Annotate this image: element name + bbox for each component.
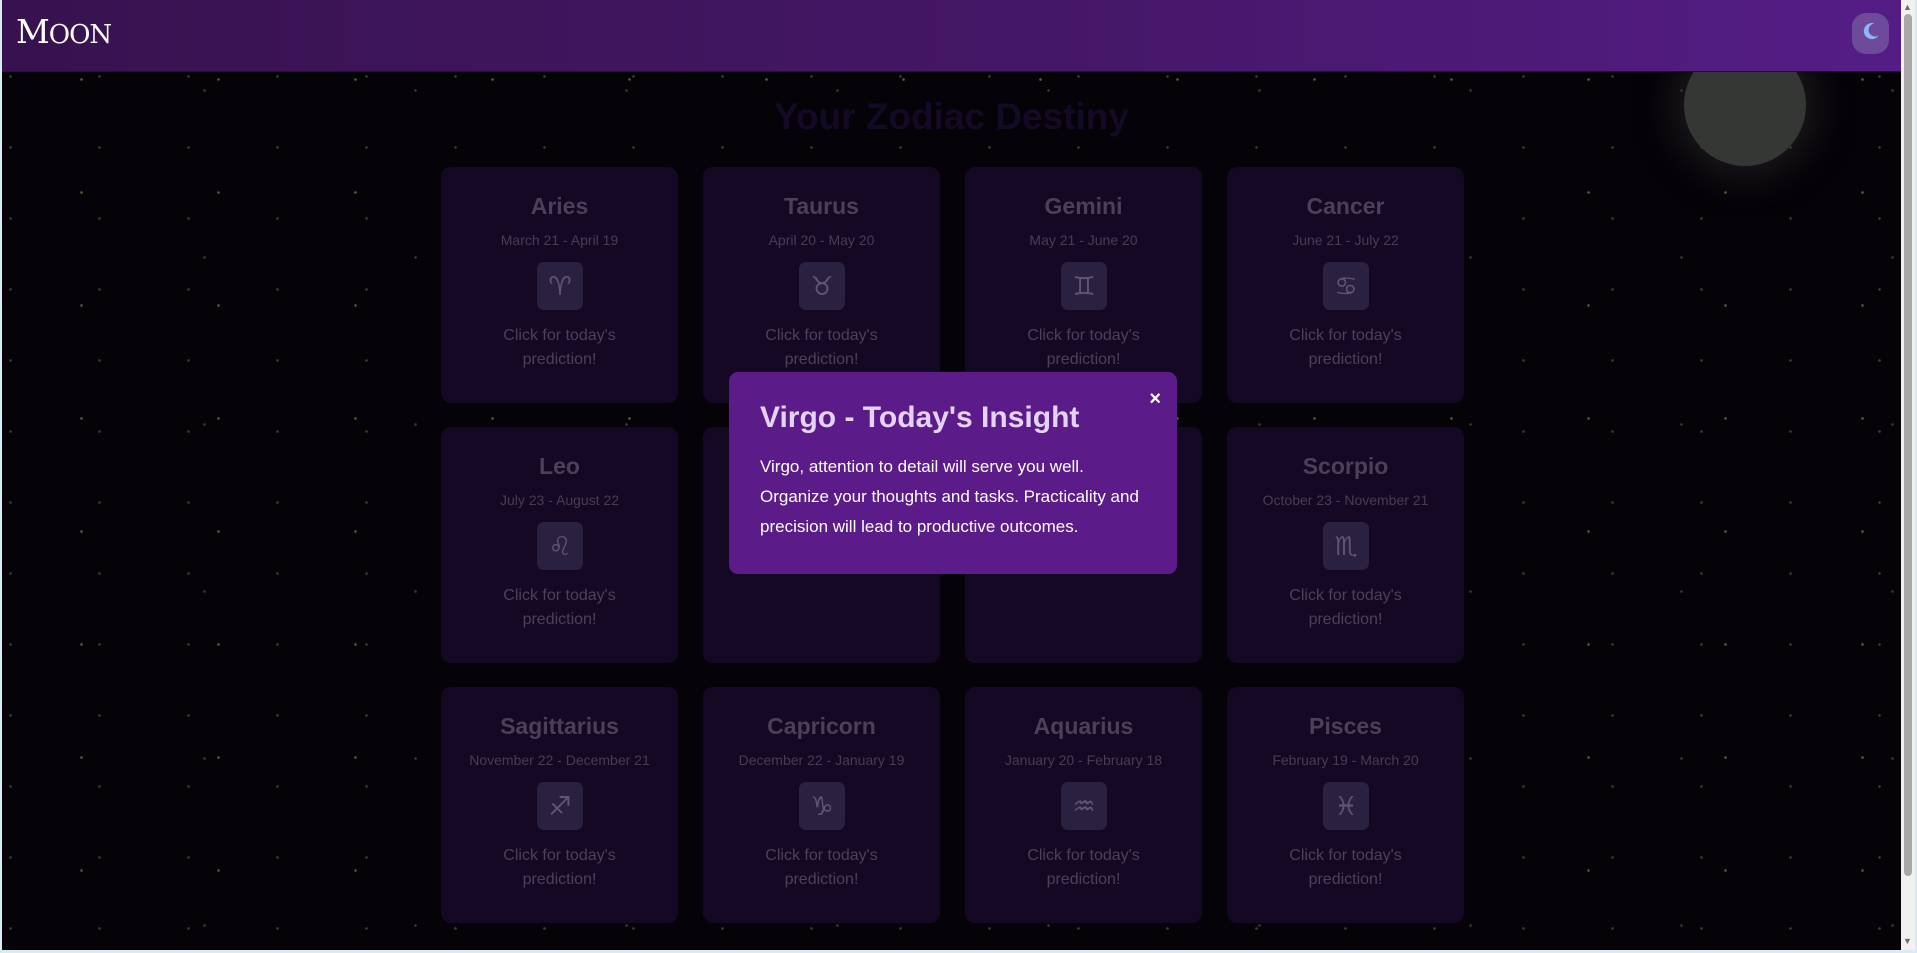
prediction-prompt: Click for today's prediction! bbox=[1027, 847, 1140, 888]
sign-name: Pisces bbox=[1309, 713, 1382, 739]
zodiac-card[interactable]: Capricorn December 22 - January 19 ♑ Click … bbox=[703, 687, 940, 923]
sign-name: Cancer bbox=[1306, 193, 1385, 219]
logo-initial: M bbox=[16, 12, 50, 51]
modal-title: Virgo - Today's Insight bbox=[760, 401, 1080, 434]
scrollbar-thumb[interactable] bbox=[1904, 14, 1912, 876]
sign-dates: January 20 - February 18 bbox=[1004, 752, 1163, 768]
moon-logo[interactable]: MOON bbox=[16, 12, 112, 51]
sign-name: Aries bbox=[530, 193, 589, 219]
prediction-prompt: Click for today's prediction! bbox=[1289, 847, 1402, 888]
sign-dates: March 21 - April 19 bbox=[500, 232, 619, 248]
prediction-prompt: Click for today's prediction! bbox=[765, 327, 878, 368]
symbol-glyph: ♈ bbox=[548, 272, 571, 302]
scroll-up-arrow-icon[interactable]: ▲ bbox=[1903, 2, 1912, 12]
sign-dates: November 22 - December 21 bbox=[469, 752, 650, 768]
symbol-glyph: ♊ bbox=[1072, 272, 1095, 302]
prediction-prompt: Click for today's prediction! bbox=[1027, 327, 1140, 368]
theme-toggle-button[interactable] bbox=[1852, 13, 1889, 54]
zodiac-card[interactable]: Cancer June 21 - July 22 ♋ Click for today'… bbox=[1227, 167, 1464, 403]
zodiac-card[interactable]: Leo July 23 - August 22 ♌ Click for today's… bbox=[441, 427, 678, 663]
prediction-prompt: Click for today's prediction! bbox=[503, 327, 616, 368]
zodiac-card[interactable]: Pisces February 19 - March 20 ♓ Click for t… bbox=[1227, 687, 1464, 923]
vertical-scrollbar[interactable]: ▲ ▼ bbox=[1901, 0, 1915, 950]
scorpio-symbol-icon: ♏ bbox=[1322, 522, 1369, 570]
crescent-moon-icon bbox=[1861, 21, 1881, 46]
zodiac-card[interactable]: Scorpio October 23 - November 21 ♏ Click fo… bbox=[1227, 427, 1464, 663]
sign-dates: February 19 - March 20 bbox=[1272, 752, 1419, 768]
zodiac-card[interactable]: Aquarius January 20 - February 18 ♒ Click f… bbox=[965, 687, 1202, 923]
aries-symbol-icon: ♈ bbox=[536, 262, 583, 310]
sign-dates: December 22 - January 19 bbox=[738, 752, 905, 768]
sign-name: Sagittarius bbox=[500, 713, 619, 739]
close-icon[interactable]: × bbox=[1149, 389, 1161, 409]
scroll-down-arrow-icon[interactable]: ▼ bbox=[1903, 936, 1912, 946]
sign-name: Aquarius bbox=[1033, 713, 1134, 739]
zodiac-card[interactable]: Sagittarius November 22 - December 21 ♐ Cli… bbox=[441, 687, 678, 923]
prediction-prompt: Click for today's prediction! bbox=[503, 587, 616, 628]
sign-name: Capricorn bbox=[767, 713, 876, 739]
symbol-glyph: ♋ bbox=[1334, 272, 1357, 302]
prediction-prompt: Click for today's prediction! bbox=[1289, 327, 1402, 368]
sign-dates: April 20 - May 20 bbox=[768, 232, 875, 248]
sign-name: Scorpio bbox=[1302, 453, 1389, 479]
zodiac-card[interactable]: Aries March 21 - April 19 ♈ Click for today… bbox=[441, 167, 678, 403]
prediction-prompt: Click for today's prediction! bbox=[765, 847, 878, 888]
symbol-glyph: ♐ bbox=[548, 792, 571, 822]
sign-name: Taurus bbox=[784, 193, 859, 219]
symbol-glyph: ♑ bbox=[810, 792, 833, 822]
app-window: MOON Your Zodiac Destiny Aries March 21 -… bbox=[2, 0, 1901, 950]
sign-name: Gemini bbox=[1044, 193, 1123, 219]
sign-dates: June 21 - July 22 bbox=[1292, 232, 1399, 248]
top-navbar: MOON bbox=[2, 0, 1901, 72]
zodiac-card[interactable]: Gemini May 21 - June 20 ♊ Click for today's… bbox=[965, 167, 1202, 403]
prediction-prompt: Click for today's prediction! bbox=[503, 847, 616, 888]
sagittarius-symbol-icon: ♐ bbox=[536, 782, 583, 830]
sign-dates: May 21 - June 20 bbox=[1029, 232, 1138, 248]
logo-rest: OON bbox=[48, 20, 112, 50]
gemini-symbol-icon: ♊ bbox=[1060, 262, 1107, 310]
leo-symbol-icon: ♌ bbox=[536, 522, 583, 570]
prediction-prompt: Click for today's prediction! bbox=[1289, 587, 1402, 628]
cancer-symbol-icon: ♋ bbox=[1322, 262, 1369, 310]
sign-name: Leo bbox=[539, 453, 580, 479]
symbol-glyph: ♓ bbox=[1334, 792, 1357, 822]
page-title: Your Zodiac Destiny bbox=[774, 96, 1129, 137]
modal-body: Virgo, attention to detail will serve yo… bbox=[760, 457, 1139, 536]
sign-dates: July 23 - August 22 bbox=[499, 492, 620, 508]
symbol-glyph: ♉ bbox=[810, 272, 833, 302]
zodiac-card[interactable]: Taurus April 20 - May 20 ♉ Click for today'… bbox=[703, 167, 940, 403]
capricorn-symbol-icon: ♑ bbox=[798, 782, 845, 830]
prediction-modal: × Virgo - Today's Insight Virgo, attenti… bbox=[729, 372, 1177, 574]
sign-dates: October 23 - November 21 bbox=[1262, 492, 1429, 508]
taurus-symbol-icon: ♉ bbox=[798, 262, 845, 310]
symbol-glyph: ♏ bbox=[1334, 532, 1357, 562]
pisces-symbol-icon: ♓ bbox=[1322, 782, 1369, 830]
aquarius-symbol-icon: ♒ bbox=[1060, 782, 1107, 830]
symbol-glyph: ♌ bbox=[548, 532, 571, 562]
symbol-glyph: ♒ bbox=[1072, 792, 1095, 822]
